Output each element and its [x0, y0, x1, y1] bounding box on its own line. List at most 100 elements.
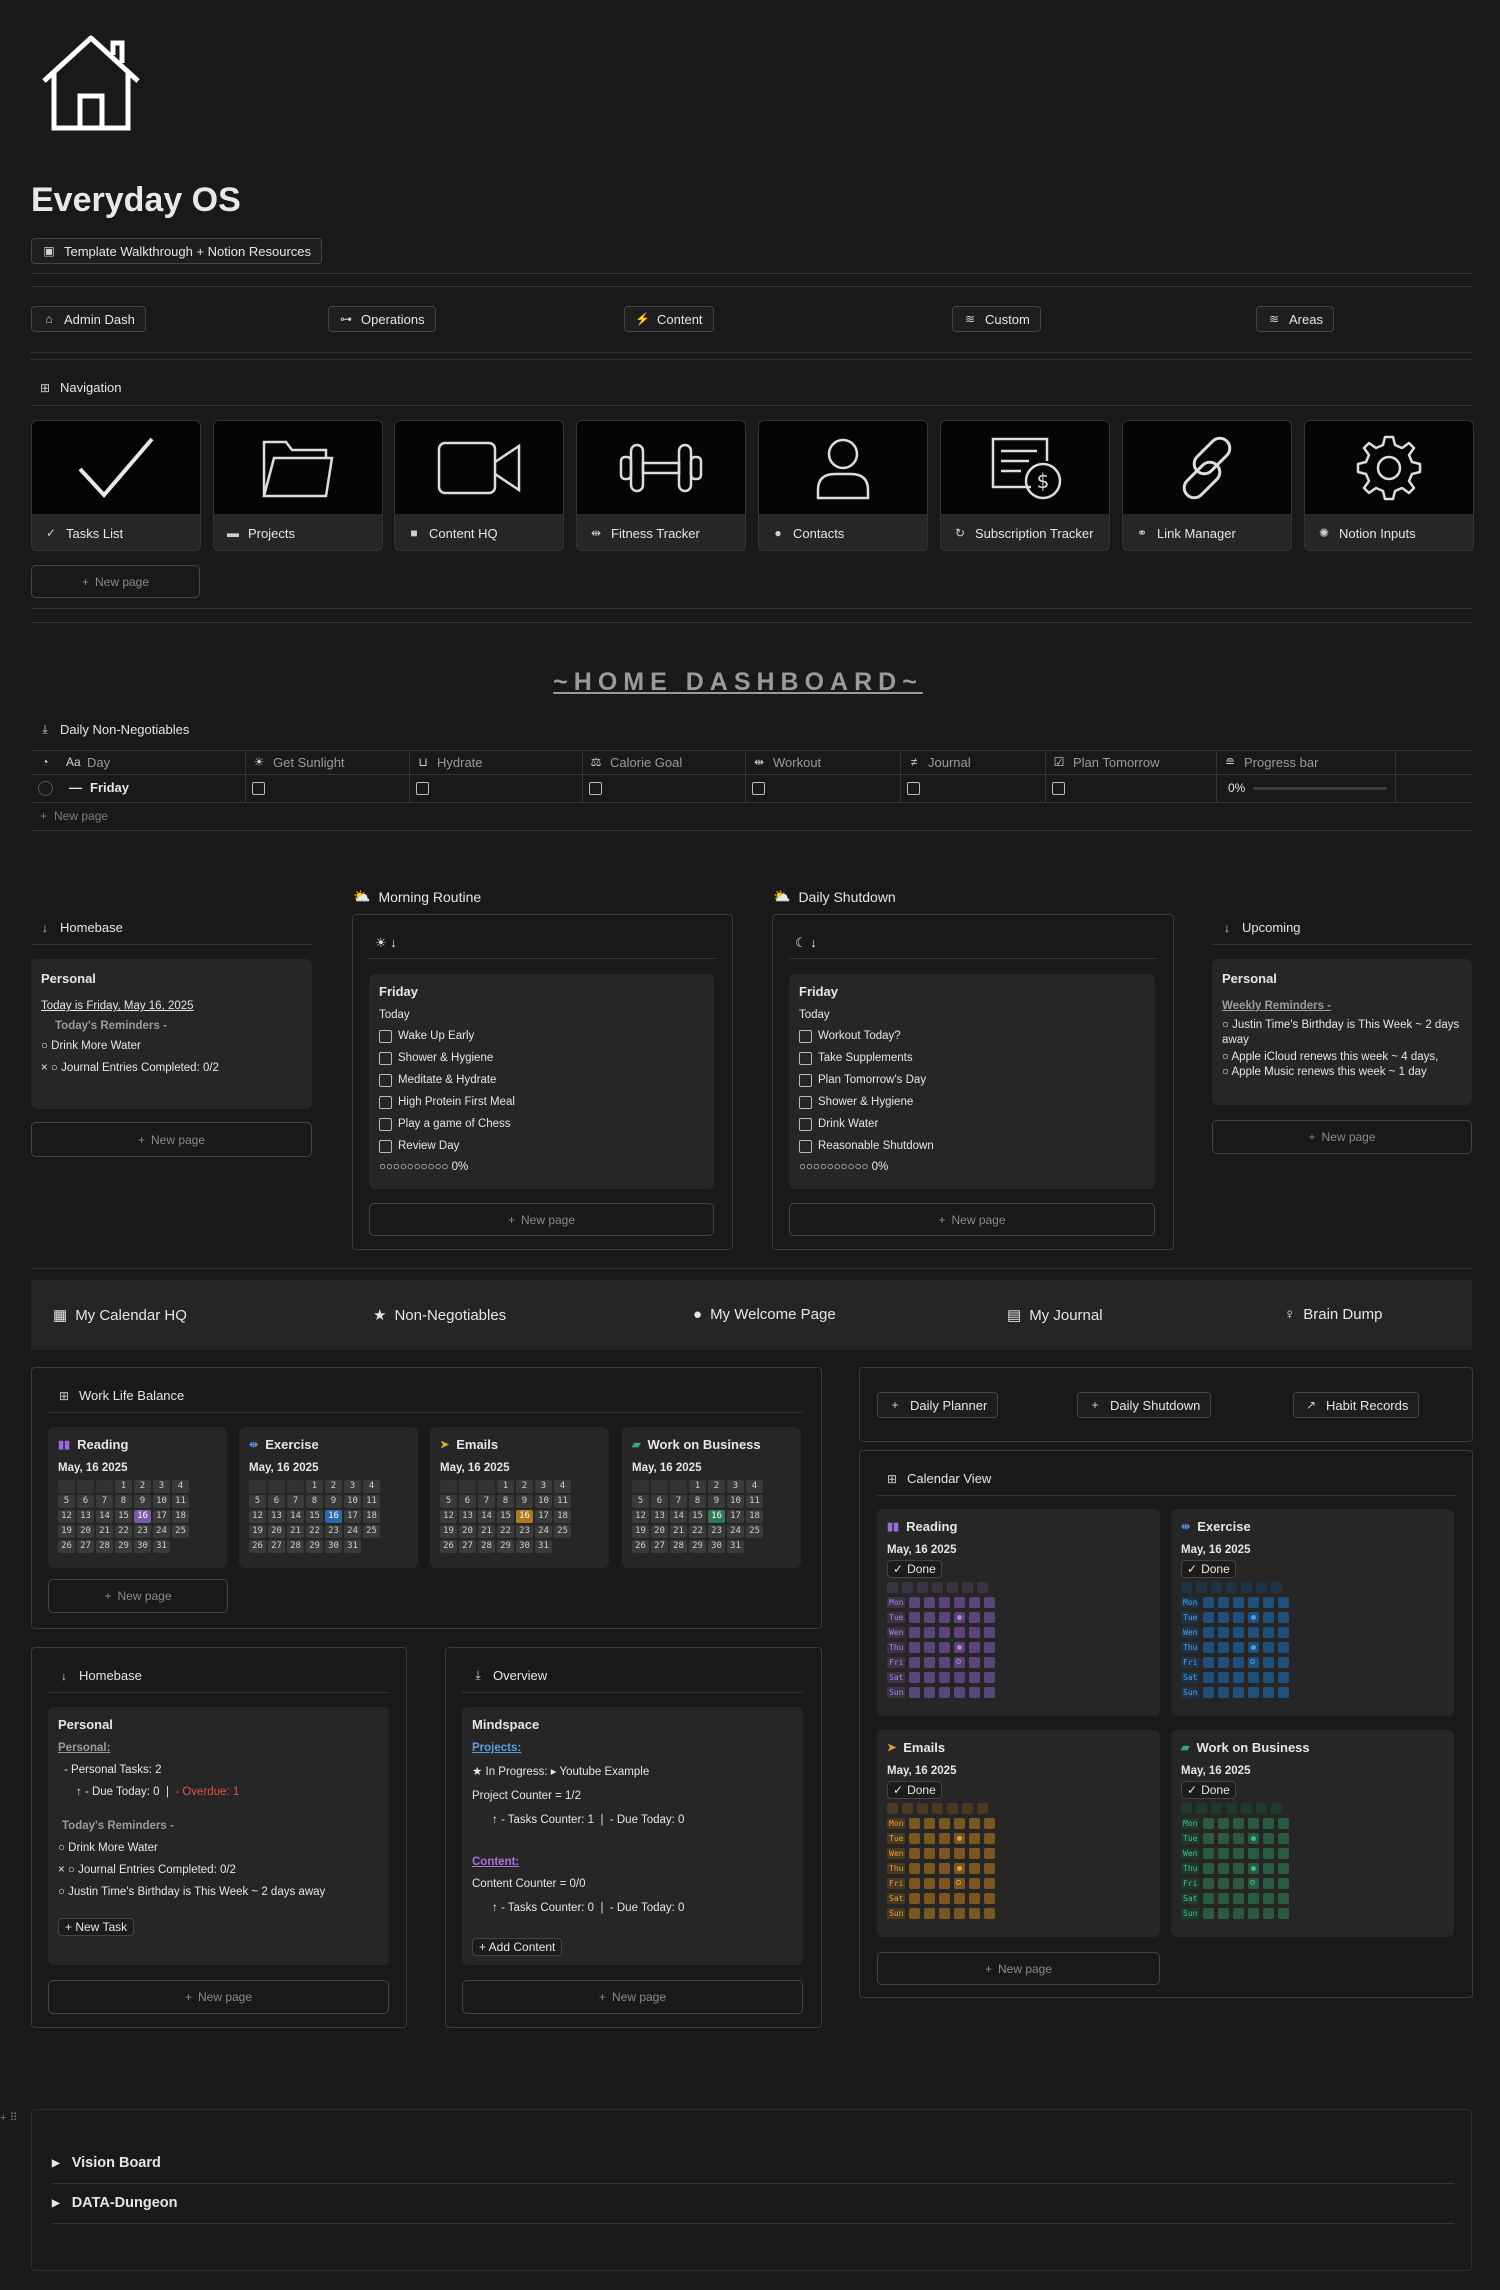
done-status[interactable]: ✓ Done: [887, 1781, 942, 1799]
shutdown-new-page[interactable]: + New page: [789, 1203, 1155, 1236]
nav-card-link-manager[interactable]: ⚭ Link Manager: [1122, 420, 1292, 551]
checkbox[interactable]: [799, 1029, 812, 1043]
add-content-button[interactable]: + Add Content: [472, 1938, 563, 1956]
nav-card-fitness-tracker[interactable]: ⇹ Fitness Tracker: [576, 420, 746, 551]
daily-planner-button[interactable]: + Daily Planner: [877, 1392, 999, 1418]
nav-card-subscription-tracker[interactable]: $ ↻ Subscription Tracker: [940, 420, 1110, 551]
shutdown-item[interactable]: Plan Tomorrow's Day: [799, 1069, 1145, 1091]
brain-dump-link[interactable]: ♀ Brain Dump: [1284, 1306, 1382, 1323]
morning-new-page[interactable]: + New page: [369, 1203, 714, 1236]
non-negotiables-link[interactable]: ★ Non-Negotiables: [373, 1306, 506, 1325]
admin-dash-button[interactable]: ⌂ Admin Dash: [31, 306, 146, 332]
checkbox[interactable]: [379, 1095, 392, 1109]
calendar-cell: [58, 1480, 75, 1493]
upcoming-new-page[interactable]: + New page: [1212, 1120, 1472, 1154]
col-progress-bar[interactable]: ≘ Progress bar: [1223, 751, 1318, 773]
col-calorie-goal[interactable]: ⚖ Calorie Goal: [589, 751, 683, 773]
checkbox-get-sunlight[interactable]: [252, 782, 265, 795]
operations-button[interactable]: ⊶ Operations: [328, 306, 436, 332]
my-welcome-page-link[interactable]: ● My Welcome Page: [693, 1306, 836, 1323]
morning-item[interactable]: Meditate & Hydrate: [379, 1069, 704, 1091]
morning-item[interactable]: Review Day: [379, 1135, 704, 1157]
calendar-cell: 11: [746, 1495, 763, 1508]
nav-card-projects[interactable]: ▬ Projects: [213, 420, 383, 551]
nav-new-page-button[interactable]: + New page: [31, 565, 200, 598]
wlb-card[interactable]: ➤ Emails May, 16 2025 1 2 3 4 5 6 7 8 9 10 11 12 13 14 15…: [430, 1427, 609, 1568]
checkbox[interactable]: [799, 1117, 812, 1131]
row-status-circle[interactable]: [38, 781, 53, 796]
wlb-card[interactable]: ▮▮ Reading May, 16 2025 1 2 3 4 5 6 7 8 9 10 11 12 13 14…: [48, 1427, 227, 1568]
nonneg-new-page[interactable]: + New page: [40, 809, 108, 823]
col-journal[interactable]: ≠ Journal: [907, 751, 971, 773]
morning-card[interactable]: Friday Today Wake Up Early Shower & Hygi…: [369, 974, 714, 1189]
morning-item[interactable]: Shower & Hygiene: [379, 1047, 704, 1069]
walkthrough-link[interactable]: ▣ Template Walkthrough + Notion Resources: [31, 238, 322, 264]
data-dungeon-toggle[interactable]: ▶ DATA-Dungeon: [52, 2195, 177, 2211]
homebase2-card[interactable]: Personal Personal: - Personal Tasks: 2 ↑…: [48, 1707, 389, 1965]
areas-button[interactable]: ≋ Areas: [1256, 306, 1334, 332]
col-day[interactable]: Aa Day: [66, 751, 110, 773]
col-plan-tomorrow[interactable]: ☑ Plan Tomorrow: [1052, 751, 1160, 773]
habit-records-button[interactable]: ↗ Habit Records: [1293, 1392, 1420, 1418]
homebase-card[interactable]: Personal Today is Friday, May 16, 2025 T…: [31, 959, 312, 1109]
shutdown-item[interactable]: Reasonable Shutdown: [799, 1135, 1145, 1157]
checkbox[interactable]: [799, 1073, 812, 1087]
shutdown-item[interactable]: Workout Today?: [799, 1025, 1145, 1047]
heatmap-cell: [954, 1878, 966, 1889]
calendar-view-card[interactable]: ▮▮ Reading May, 16 2025 ✓ Done Mon Tue Wen Thu Fr…: [877, 1509, 1160, 1716]
custom-button[interactable]: ≋ Custom: [952, 306, 1041, 332]
nav-card-contacts[interactable]: ● Contacts: [758, 420, 928, 551]
daily-shutdown-button[interactable]: + Daily Shutdown: [1077, 1392, 1212, 1418]
shutdown-card[interactable]: Friday Today Workout Today? Take Supplem…: [789, 974, 1155, 1189]
overview-new-page[interactable]: + New page: [462, 1980, 803, 2014]
shutdown-item[interactable]: Drink Water: [799, 1113, 1145, 1135]
checkbox[interactable]: [379, 1051, 392, 1065]
vision-board-toggle[interactable]: ▶ Vision Board: [52, 2155, 161, 2171]
content-button[interactable]: ⚡ Content: [624, 306, 714, 332]
checkbox-hydrate[interactable]: [416, 782, 429, 795]
heatmap-cell: [939, 1848, 951, 1859]
checkbox[interactable]: [799, 1051, 812, 1065]
col-get-sunlight[interactable]: ☀ Get Sunlight: [252, 751, 345, 773]
checkbox[interactable]: [379, 1117, 392, 1131]
calendar-view-card[interactable]: ▰ Work on Business May, 16 2025 ✓ Done Mon Tue…: [1171, 1730, 1454, 1937]
calendar-view-card[interactable]: ➤ Emails May, 16 2025 ✓ Done Mon Tue Wen Thu Fri S…: [877, 1730, 1160, 1937]
calendar-cell: 20: [77, 1525, 94, 1538]
col-workout[interactable]: ⇹ Workout: [752, 751, 821, 773]
shutdown-item[interactable]: Take Supplements: [799, 1047, 1145, 1069]
my-calendar-hq-link[interactable]: ▦ My Calendar HQ: [53, 1306, 187, 1325]
checkbox-calorie-goal[interactable]: [589, 782, 602, 795]
morning-item[interactable]: Play a game of Chess: [379, 1113, 704, 1135]
wlb-new-page[interactable]: + New page: [48, 1579, 228, 1613]
checkbox[interactable]: [799, 1095, 812, 1109]
wlb-card[interactable]: ▰ Work on Business May, 16 2025 1 2 3 4 5 6 7 8 9 10…: [622, 1427, 801, 1568]
done-status[interactable]: ✓ Done: [1181, 1781, 1236, 1799]
homebase-new-page[interactable]: + New page: [31, 1122, 312, 1157]
calendar-view-card[interactable]: ⇹ Exercise May, 16 2025 ✓ Done Mon Tue Wen Thu Fr…: [1171, 1509, 1454, 1716]
done-status[interactable]: ✓ Done: [1181, 1560, 1236, 1578]
new-task-button[interactable]: + New Task: [58, 1918, 135, 1936]
checkbox[interactable]: [379, 1139, 392, 1153]
wlb-card[interactable]: ⇹ Exercise May, 16 2025 1 2 3 4 5 6 7 8 9 10 11 12 13 14…: [239, 1427, 418, 1568]
shutdown-item[interactable]: Shower & Hygiene: [799, 1091, 1145, 1113]
row-day-friday[interactable]: — Friday: [69, 780, 129, 795]
nav-card-content-hq[interactable]: ■ Content HQ: [394, 420, 564, 551]
checkbox-workout[interactable]: [752, 782, 765, 795]
morning-item[interactable]: Wake Up Early: [379, 1025, 704, 1047]
calendar-view-new-page[interactable]: + New page: [877, 1952, 1160, 1985]
morning-item[interactable]: High Protein First Meal: [379, 1091, 704, 1113]
done-status[interactable]: ✓ Done: [887, 1560, 942, 1578]
nav-card-notion-inputs[interactable]: ✺ Notion Inputs: [1304, 420, 1474, 551]
col-hydrate[interactable]: ⊔ Hydrate: [416, 751, 482, 773]
checkbox-plan-tomorrow[interactable]: [1052, 782, 1065, 795]
my-journal-link[interactable]: ▤ My Journal: [1007, 1306, 1103, 1325]
checkbox-journal[interactable]: [907, 782, 920, 795]
block-handle-icon[interactable]: + ⠿: [0, 2111, 18, 2124]
overview-card[interactable]: Mindspace Projects: ★ In Progress: ▸ You…: [462, 1707, 803, 1965]
nav-card-tasks-list[interactable]: ✓ Tasks List: [31, 420, 201, 551]
checkbox[interactable]: [379, 1029, 392, 1043]
homebase2-new-page[interactable]: + New page: [48, 1980, 389, 2014]
checkbox[interactable]: [379, 1073, 392, 1087]
upcoming-card[interactable]: Personal Weekly Reminders - ○ Justin Tim…: [1212, 959, 1472, 1105]
checkbox[interactable]: [799, 1139, 812, 1153]
